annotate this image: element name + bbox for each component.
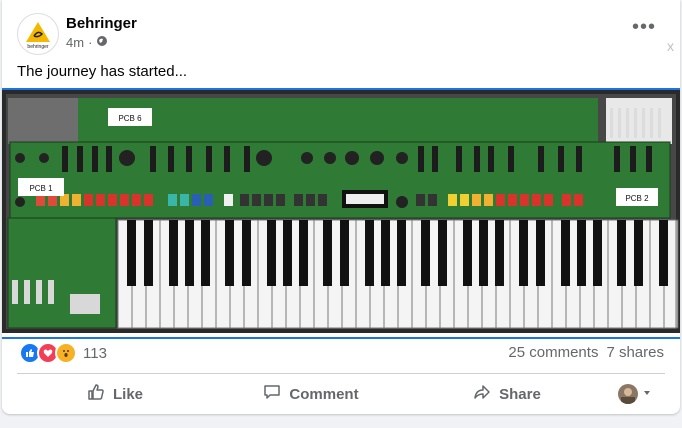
more-icon[interactable]: ••• <box>632 17 656 37</box>
pcb2-label: PCB 2 <box>625 194 649 203</box>
behringer-logo: behringer <box>26 22 50 50</box>
post-card: behringer Behringer 4m · ••• x The journ… <box>2 0 680 414</box>
svg-text:behringer: behringer <box>27 44 48 50</box>
author-name[interactable]: Behringer <box>66 15 137 32</box>
comment-button[interactable]: Comment <box>213 378 409 410</box>
engagement-stats: 25 comments 7 shares <box>508 344 664 361</box>
meta-separator: · <box>88 35 93 50</box>
comment-icon <box>263 383 281 405</box>
post-time[interactable]: 4m <box>66 35 84 50</box>
like-button[interactable]: Like <box>17 378 213 410</box>
post-meta: 4m · <box>66 35 108 50</box>
user-avatar <box>618 384 638 404</box>
divider <box>17 373 665 374</box>
action-bar: Like Comment Share <box>17 378 665 410</box>
post-image[interactable]: PCB 6 PCB 1 PCB 2 <box>2 88 680 339</box>
audience-selector[interactable] <box>605 378 665 410</box>
comment-label: Comment <box>289 385 359 403</box>
synth-pcb-image: PCB 6 PCB 1 PCB 2 <box>2 90 680 333</box>
share-icon <box>473 383 491 405</box>
post-text: The journey has started... <box>17 63 188 80</box>
reactions-summary[interactable]: 113 <box>19 342 107 364</box>
globe-icon <box>96 35 108 50</box>
comments-count[interactable]: 25 comments <box>508 344 598 361</box>
page-avatar[interactable]: behringer <box>17 13 59 55</box>
wow-reaction-icon <box>55 342 77 364</box>
shares-count[interactable]: 7 shares <box>606 344 664 361</box>
like-label: Like <box>112 385 143 403</box>
share-button[interactable]: Share <box>409 378 605 410</box>
close-icon[interactable]: x <box>667 38 674 54</box>
chevron-down-icon <box>642 385 652 403</box>
thumbs-up-icon <box>87 383 105 405</box>
reaction-count: 113 <box>83 344 107 362</box>
pcb1-label: PCB 1 <box>29 184 53 193</box>
share-label: Share <box>499 385 541 403</box>
pcb6-label: PCB 6 <box>118 114 142 123</box>
